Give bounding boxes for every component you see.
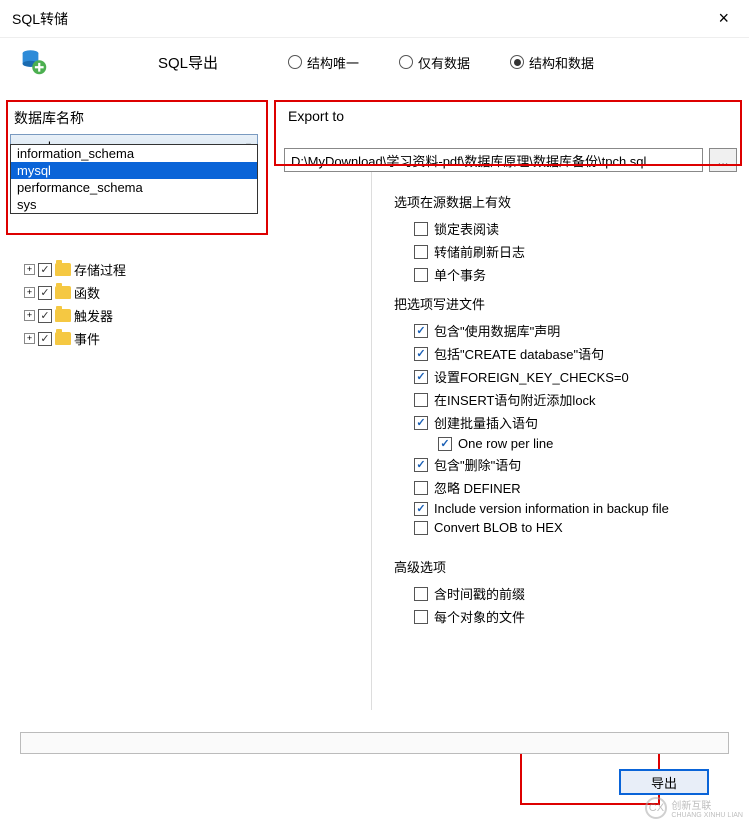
checkbox[interactable] (414, 458, 428, 472)
folder-icon (55, 286, 71, 299)
close-icon[interactable]: × (710, 8, 737, 29)
object-tree: + 存储过程 + 函数 + 触发器 + 事件 (10, 258, 262, 350)
option-label: Include version information in backup fi… (434, 501, 669, 516)
option-row[interactable]: 每个对象的文件 (394, 605, 737, 628)
option-label: 在INSERT语句附近添加lock (434, 390, 596, 409)
option-label: 包括"CREATE database"语句 (434, 344, 604, 363)
dropdown-item[interactable]: sys (11, 196, 257, 213)
folder-icon (55, 263, 71, 276)
dropdown-item[interactable]: information_schema (11, 145, 257, 162)
group-label-file: 把选项写进文件 (394, 294, 737, 313)
expand-icon[interactable]: + (24, 264, 35, 275)
tree-item-procedures[interactable]: + 存储过程 (24, 258, 262, 281)
checkbox[interactable] (414, 324, 428, 338)
option-row[interactable]: 锁定表阅读 (394, 217, 737, 240)
tree-label: 事件 (74, 329, 100, 348)
option-label: One row per line (458, 436, 553, 451)
checkbox[interactable] (414, 393, 428, 407)
option-label: 包含"删除"语句 (434, 455, 521, 474)
option-label: 每个对象的文件 (434, 607, 525, 626)
checkbox[interactable] (414, 245, 428, 259)
option-row[interactable]: 在INSERT语句附近添加lock (394, 388, 737, 411)
option-row[interactable]: Convert BLOB to HEX (394, 518, 737, 537)
checkbox[interactable] (414, 610, 428, 624)
checkbox[interactable] (38, 263, 52, 277)
expand-icon[interactable]: + (24, 333, 35, 344)
checkbox[interactable] (414, 502, 428, 516)
sql-export-tab[interactable]: SQL导出 (158, 52, 218, 73)
checkbox[interactable] (38, 309, 52, 323)
export-button[interactable]: 导出 (619, 769, 709, 795)
option-row[interactable]: 包含"删除"语句 (394, 453, 737, 476)
checkbox[interactable] (438, 437, 452, 451)
folder-icon (55, 309, 71, 322)
option-label: 忽略 DEFINER (434, 478, 521, 497)
checkbox[interactable] (38, 332, 52, 346)
dropdown-item[interactable]: mysql (11, 162, 257, 179)
tree-label: 触发器 (74, 306, 113, 325)
tree-label: 函数 (74, 283, 100, 302)
database-dropdown: information_schema mysql performance_sch… (10, 144, 258, 214)
radio-label: 结构唯一 (307, 53, 359, 72)
checkbox[interactable] (414, 268, 428, 282)
checkbox[interactable] (414, 481, 428, 495)
checkbox[interactable] (414, 521, 428, 535)
option-label: 设置FOREIGN_KEY_CHECKS=0 (434, 367, 629, 386)
tree-item-functions[interactable]: + 函数 (24, 281, 262, 304)
tree-item-triggers[interactable]: + 触发器 (24, 304, 262, 327)
dropdown-item[interactable]: performance_schema (11, 179, 257, 196)
annotation-box (274, 100, 742, 166)
option-row[interactable]: 单个事务 (394, 263, 737, 286)
option-row[interactable]: 包含"使用数据库"声明 (394, 319, 737, 342)
option-row[interactable]: 包括"CREATE database"语句 (394, 342, 737, 365)
option-row[interactable]: 含时间戳的前缀 (394, 582, 737, 605)
window-title: SQL转储 (12, 9, 68, 29)
expand-icon[interactable]: + (24, 287, 35, 298)
expand-icon[interactable]: + (24, 310, 35, 321)
group-label-source: 选项在源数据上有效 (394, 192, 737, 211)
tree-item-events[interactable]: + 事件 (24, 327, 262, 350)
option-label: 锁定表阅读 (434, 219, 499, 238)
database-export-icon (20, 48, 48, 76)
checkbox[interactable] (414, 587, 428, 601)
checkbox[interactable] (414, 347, 428, 361)
progress-bar (20, 732, 729, 754)
option-row[interactable]: 创建批量插入语句 (394, 411, 737, 434)
radio-label: 仅有数据 (418, 53, 470, 72)
radio-label: 结构和数据 (529, 53, 594, 72)
group-label-advanced: 高级选项 (394, 557, 737, 576)
option-label: 单个事务 (434, 265, 486, 284)
option-label: 含时间戳的前缀 (434, 584, 525, 603)
option-label: 创建批量插入语句 (434, 413, 538, 432)
radio-data-only[interactable]: 仅有数据 (399, 53, 470, 72)
radio-structure-only[interactable]: 结构唯一 (288, 53, 359, 72)
checkbox[interactable] (414, 416, 428, 430)
checkbox[interactable] (414, 370, 428, 384)
checkbox[interactable] (414, 222, 428, 236)
radio-structure-and-data[interactable]: 结构和数据 (510, 53, 594, 72)
tree-label: 存储过程 (74, 260, 126, 279)
option-label: Convert BLOB to HEX (434, 520, 563, 535)
option-label: 包含"使用数据库"声明 (434, 321, 560, 340)
option-label: 转储前刷新日志 (434, 242, 525, 261)
option-row[interactable]: 设置FOREIGN_KEY_CHECKS=0 (394, 365, 737, 388)
option-row[interactable]: 忽略 DEFINER (394, 476, 737, 499)
option-row[interactable]: Include version information in backup fi… (394, 499, 737, 518)
option-row[interactable]: 转储前刷新日志 (394, 240, 737, 263)
checkbox[interactable] (38, 286, 52, 300)
folder-icon (55, 332, 71, 345)
watermark: CX 创新互联 CHUANG XINHU LIAN (645, 797, 743, 819)
option-row[interactable]: One row per line (394, 434, 737, 453)
